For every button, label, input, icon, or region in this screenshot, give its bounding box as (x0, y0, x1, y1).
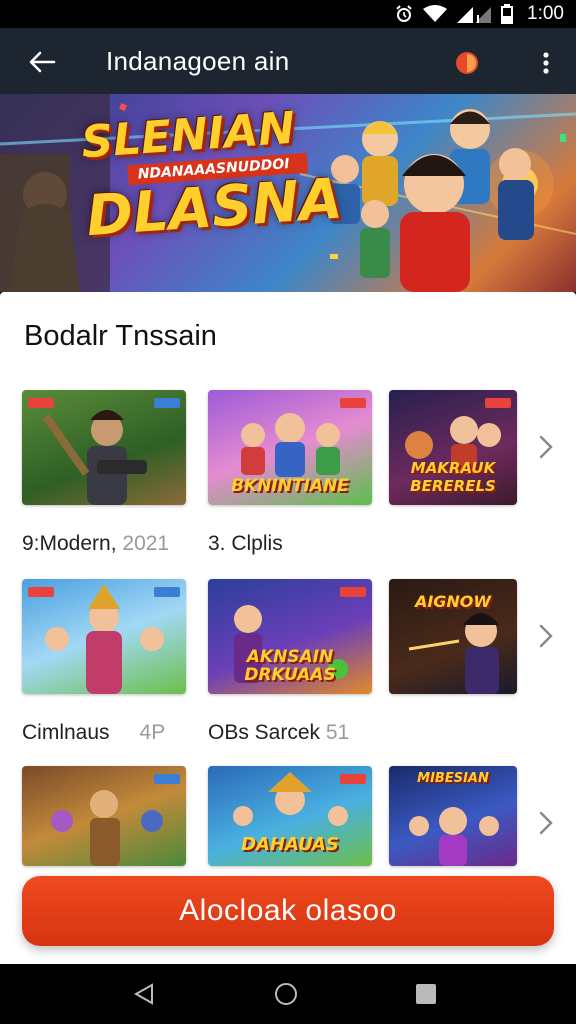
card-caption: AKNSAIN DRKUAAS (244, 647, 336, 685)
card-label: OBs Sarcek 51 (208, 721, 349, 745)
card-badge (28, 398, 54, 408)
card-badge (28, 587, 54, 597)
hero-banner[interactable]: SLENIAN NDANAAASNUDDOI DLASNA (0, 94, 576, 292)
chevron-right-button[interactable] (534, 430, 558, 464)
card-badge (154, 774, 180, 784)
status-time: 1:00 (527, 3, 564, 24)
back-button[interactable] (22, 42, 62, 82)
app-logo-icon (456, 52, 478, 74)
card-label-text: 3. Clplis (208, 532, 283, 555)
back-arrow-icon (29, 51, 56, 73)
card-label-text: 9:Modern, (22, 532, 123, 555)
nav-home-button[interactable] (266, 978, 306, 1010)
card-caption: MIBESIAN (417, 771, 489, 786)
game-card[interactable]: DAHAUAS (208, 766, 372, 866)
card-caption: AIGNOW (414, 592, 492, 611)
nav-back-button[interactable] (124, 978, 164, 1010)
chevron-right-button[interactable] (534, 806, 558, 840)
more-options-button[interactable] (530, 44, 562, 82)
card-caption: DAHAUAS (241, 834, 339, 855)
card-badge (340, 774, 366, 784)
game-card[interactable]: AIGNOW (389, 579, 517, 694)
game-card[interactable]: MIBESIAN (389, 766, 517, 866)
nav-back-icon (133, 983, 153, 1005)
card-label-text: OBs Sarcek (208, 721, 326, 744)
card-label-text: Cimlnaus (22, 721, 110, 744)
game-card[interactable]: MAKRAUK BERERELS (389, 390, 517, 505)
battery-icon (501, 4, 514, 24)
game-card[interactable]: BKNINTIANE (208, 390, 372, 505)
card-badge (485, 398, 511, 408)
card-label: 3. Clplis (208, 532, 283, 556)
game-row: AKNSAIN DRKUAAS AIGNOW Cimlnaus 4P OBs Sa… (22, 579, 562, 749)
app-title: Indanagoen ain (106, 46, 290, 76)
section-title: Bodalr Tnssain (24, 320, 217, 352)
chevron-right-icon (539, 811, 553, 835)
game-card[interactable] (22, 766, 186, 866)
nav-recents-button[interactable] (406, 978, 446, 1010)
card-caption: MAKRAUK BERERELS (410, 459, 496, 495)
status-bar: 1:00 (0, 0, 576, 28)
card-label-meta: 51 (325, 721, 350, 744)
banner-title-line2: DLASNA (84, 166, 345, 250)
card-badge (154, 398, 180, 408)
more-vert-icon (543, 52, 549, 74)
card-label-meta: 2021 (122, 532, 170, 555)
game-card[interactable] (22, 390, 186, 505)
chevron-right-icon (539, 624, 553, 648)
card-badge (340, 398, 366, 408)
card-label: Cimlnaus 4P (22, 721, 165, 745)
chevron-right-button[interactable] (534, 619, 558, 653)
primary-cta-button[interactable]: Alocloak olasoo (22, 876, 554, 946)
card-label-meta: 4P (139, 721, 166, 744)
app-bar: Indanagoen ain (0, 28, 576, 94)
game-row: BKNINTIANE MAKRAUK BERERELS 9:Modern, 20… (22, 390, 562, 560)
wifi-icon (423, 5, 448, 22)
nav-home-icon (275, 983, 297, 1005)
card-badge (154, 587, 180, 597)
chevron-right-icon (539, 435, 553, 459)
alarm-icon (396, 5, 412, 22)
system-nav-bar (0, 964, 576, 1024)
card-badge (340, 587, 366, 597)
nav-recents-icon (416, 984, 436, 1004)
banner-title: SLENIAN NDANAAASNUDDOI DLASNA (80, 103, 345, 250)
card-label: 9:Modern, 2021 (22, 532, 169, 556)
card-caption: BKNINTIANE (231, 476, 349, 496)
status-icons: 1:00 (395, 2, 564, 26)
game-card[interactable]: AKNSAIN DRKUAAS (208, 579, 372, 694)
content-panel: Bodalr Tnssain BKNINTIANE MAKRAUK BERERE… (0, 292, 576, 964)
game-card[interactable] (22, 579, 186, 694)
signal-icon (457, 7, 492, 23)
